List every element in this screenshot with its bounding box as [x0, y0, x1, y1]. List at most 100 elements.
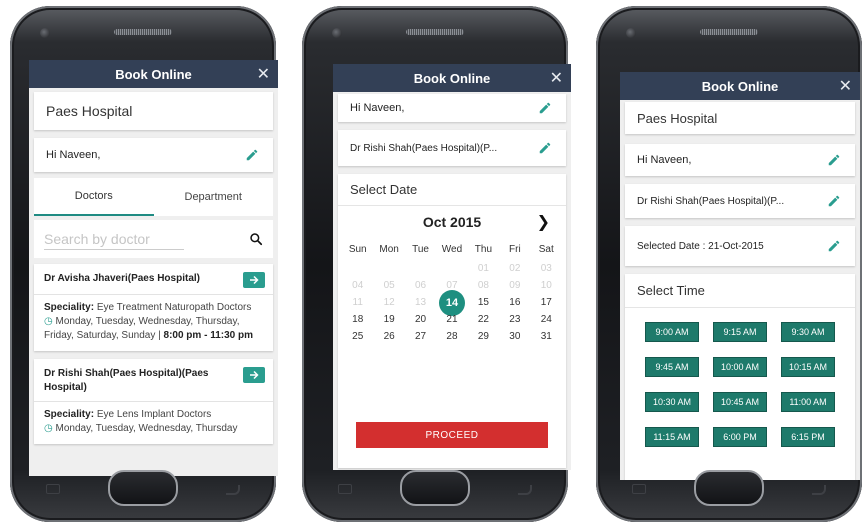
hospital-card: Paes Hospital [625, 102, 855, 134]
edit-pencil-icon[interactable] [538, 141, 552, 155]
calendar-day[interactable]: 26 [373, 328, 404, 345]
calendar-day: 11 [352, 297, 363, 308]
time-slot-button[interactable]: 10:45 AM [713, 392, 767, 412]
title-bar: Book Online ✕ [333, 64, 571, 92]
select-date-label: Select Date [350, 182, 418, 197]
edit-pencil-icon[interactable] [827, 153, 841, 167]
weekday-label: Thu [474, 243, 493, 255]
greeting-text: Hi Naveen, [350, 102, 405, 114]
time-slot-button[interactable]: 10:30 AM [645, 392, 699, 412]
speciality-label: Speciality: [44, 409, 95, 420]
time-slot-button[interactable]: 6:00 PM [713, 427, 767, 447]
next-month-chevron-icon[interactable]: ❯ [537, 212, 550, 232]
search-icon[interactable] [249, 232, 263, 246]
speciality-value: Eye Treatment Naturopath Doctors [96, 302, 252, 313]
doctor-card-1[interactable]: Dr Avisha Jhaveri(Paes Hospital) Special… [34, 264, 273, 351]
greeting-card: Hi Naveen, [34, 138, 273, 172]
camera-icon [626, 28, 636, 38]
weekday-label: Fri [509, 243, 521, 255]
close-icon[interactable]: ✕ [257, 64, 270, 84]
speaker-grille [406, 29, 464, 35]
greeting-text: Hi Naveen, [637, 154, 692, 166]
time-slot-button[interactable]: 10:00 AM [713, 357, 767, 377]
calendar-day: 04 [352, 280, 364, 291]
calendar-day[interactable]: 22 [468, 311, 499, 328]
calendar-day[interactable]: 21 [436, 311, 467, 328]
calendar-day[interactable]: 20 [405, 311, 436, 328]
back-key [518, 485, 532, 495]
time-slot-button[interactable]: 10:15 AM [781, 357, 835, 377]
time-slot-button[interactable]: 6:15 PM [781, 427, 835, 447]
calendar-day[interactable]: 15 [468, 294, 499, 311]
calendar-day [436, 260, 467, 277]
close-icon[interactable]: ✕ [550, 68, 563, 88]
calendar-day[interactable]: 25 [342, 328, 373, 345]
time-slot-button[interactable]: 9:30 AM [781, 322, 835, 342]
calendar-day[interactable]: 29 [468, 328, 499, 345]
menu-key [632, 484, 646, 494]
phone-frame-1: Book Online ✕ Paes Hospital Hi Naveen, D… [10, 6, 278, 522]
calendar-day[interactable]: 18 [342, 311, 373, 328]
selected-date-card: Selected Date : 21-Oct-2015 [625, 226, 855, 266]
hospital-card: Paes Hospital [34, 92, 273, 130]
calendar-day: 13 [415, 297, 427, 308]
time-slot-button[interactable]: 11:00 AM [781, 392, 835, 412]
weekday-label: Sun [348, 243, 367, 255]
doctor-details: Speciality: Eye Lens Implant Doctors ◷ M… [34, 408, 273, 444]
speciality-label: Speciality: [44, 302, 95, 313]
time-slot-button[interactable]: 9:15 AM [713, 322, 767, 342]
time-card: Select Time 9:00 AM 9:15 AM 9:30 AM 9:45 AM… [625, 274, 855, 480]
doctor-card-2[interactable]: Dr Rishi Shah(Paes Hospital)(Paes Hospit… [34, 359, 273, 444]
menu-key [46, 484, 60, 494]
edit-pencil-icon[interactable] [827, 239, 841, 253]
select-doctor-button[interactable] [243, 272, 265, 288]
calendar-day[interactable]: 27 [405, 328, 436, 345]
calendar-month: Oct 2015 [422, 214, 482, 230]
calendar-day[interactable]: 24 [531, 311, 562, 328]
edit-pencil-icon[interactable] [827, 194, 841, 208]
calendar-day[interactable]: 28 [436, 328, 467, 345]
weekday-label: Wed [441, 243, 463, 255]
calendar-day[interactable]: 14 [436, 289, 467, 316]
search-input[interactable] [44, 228, 184, 250]
back-key [812, 485, 826, 495]
select-doctor-button[interactable] [243, 367, 265, 383]
camera-icon [332, 28, 342, 38]
calendar-day[interactable]: 19 [373, 311, 404, 328]
calendar-day [373, 260, 404, 277]
close-icon[interactable]: ✕ [839, 76, 852, 96]
calendar-day[interactable]: 30 [499, 328, 530, 345]
available-days: Monday, Tuesday, Wednesday, Thursday [55, 423, 238, 434]
home-button [400, 470, 470, 506]
calendar-day [342, 260, 373, 277]
edit-pencil-icon[interactable] [538, 101, 552, 115]
calendar-day[interactable]: 16 [499, 294, 530, 311]
calendar-day[interactable]: 23 [499, 311, 530, 328]
calendar-day[interactable]: 17 [531, 294, 562, 311]
weekday-label: Sat [538, 243, 554, 255]
greeting-text: Hi Naveen, [46, 149, 101, 161]
proceed-button[interactable]: PROCEED [356, 422, 548, 448]
time-slot-button[interactable]: 9:00 AM [645, 322, 699, 342]
date-card: Select Date Oct 2015 ❯ Sun Mon Tue Wed Thu Fr… [338, 174, 566, 468]
screen-select-time: Book Online ✕ Paes Hospital Hi Naveen, D… [620, 72, 860, 480]
calendar-day[interactable]: 31 [531, 328, 562, 345]
doctor-name: Dr Rishi Shah(Paes Hospital)(P... [350, 142, 498, 154]
time-slot-button[interactable]: 11:15 AM [645, 427, 699, 447]
speaker-grille [114, 29, 172, 35]
doctor-name: Dr Rishi Shah(Paes Hospital)(P... [637, 195, 785, 207]
edit-pencil-icon[interactable] [245, 148, 259, 162]
hospital-name: Paes Hospital [46, 103, 133, 119]
time-slot-button[interactable]: 9:45 AM [645, 357, 699, 377]
calendar-grid: Sun Mon Tue Wed Thu Fri Sat 01 02 03 04 05 06 07 08 09 1… [338, 238, 566, 345]
calendar-day: 05 [383, 280, 395, 291]
clock-icon: ◷ [44, 316, 53, 327]
phone-frame-3: Book Online ✕ Paes Hospital Hi Naveen, D… [596, 6, 862, 522]
page-title: Book Online [115, 66, 192, 82]
tab-department[interactable]: Department [154, 178, 274, 216]
tab-doctors[interactable]: Doctors [34, 178, 154, 216]
arrow-right-icon [250, 275, 259, 285]
calendar-day: 03 [540, 263, 552, 274]
weekday-label: Tue [412, 243, 429, 255]
home-button [694, 470, 764, 506]
